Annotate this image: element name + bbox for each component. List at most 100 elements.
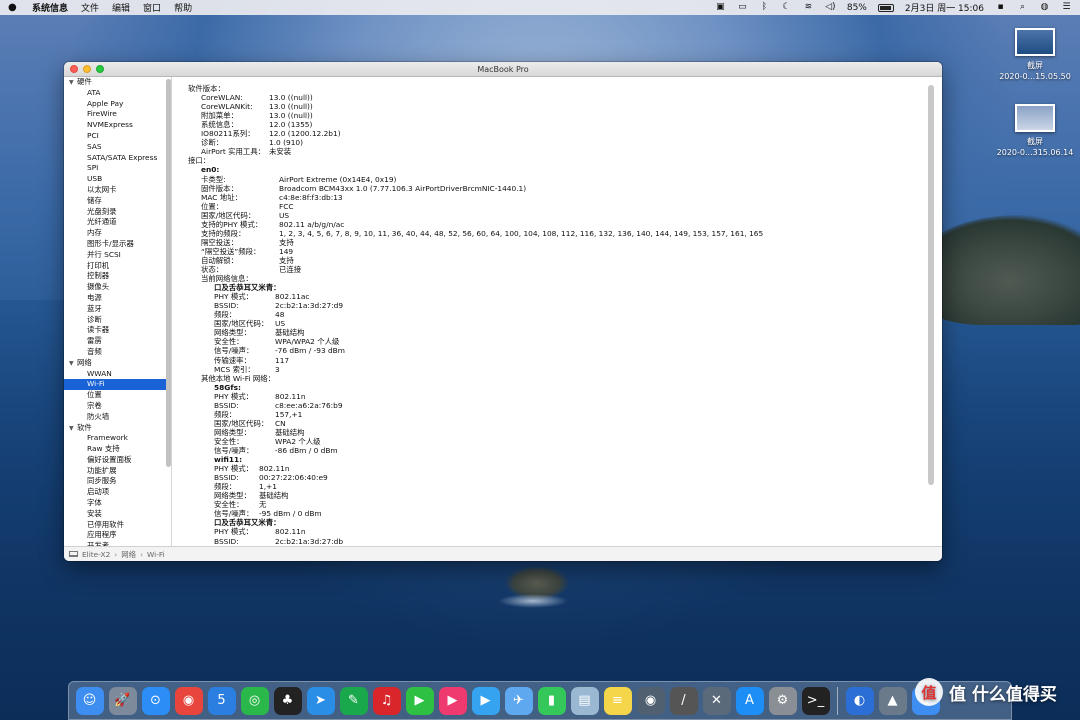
sidebar-item[interactable]: 控制器 [64,271,171,282]
sidebar-item[interactable]: WWAN [64,369,171,380]
sidebar-item[interactable]: 以太网卡 [64,185,171,196]
sidebar-item[interactable]: Framework [64,433,171,444]
sidebar-item[interactable]: 储存 [64,196,171,207]
sidebar-item[interactable]: USB [64,174,171,185]
breadcrumb-computer[interactable]: Elite-X2 [82,550,110,559]
dock-system-preferences-icon[interactable]: ⚙ [768,686,797,715]
sidebar-item[interactable]: 内存 [64,228,171,239]
sidebar-item[interactable]: 同步服务 [64,476,171,487]
dock-safari-icon[interactable]: ⊙ [141,686,170,715]
sidebar-item[interactable]: SATA/SATA Express [64,153,171,164]
spotlight-search-icon[interactable]: ⌕ [1017,3,1028,12]
dock-recent-app-1-icon[interactable]: ◐ [845,686,874,715]
sidebar-item[interactable]: 图形卡/显示器 [64,239,171,250]
sidebar-item[interactable]: PCI [64,131,171,142]
battery-percent[interactable]: 85% [847,3,867,13]
dock-launchpad-icon[interactable]: 🚀 [108,686,137,715]
sidebar-item[interactable]: 字体 [64,498,171,509]
dock-utilities-icon[interactable]: ✕ [702,686,731,715]
system-info-icon[interactable]: ▣ [715,3,726,12]
disclosure-triangle-icon[interactable]: ▼ [69,359,77,370]
sidebar-item[interactable]: 音频 [64,347,171,358]
close-button[interactable] [70,65,78,73]
sidebar-item[interactable]: SAS [64,142,171,153]
sidebar-item[interactable]: FireWire [64,109,171,120]
disclosure-triangle-icon[interactable]: ▼ [69,78,77,89]
apple-menu-icon[interactable]: ● [8,2,20,13]
disclosure-triangle-icon[interactable]: ▼ [69,424,77,435]
sidebar-item[interactable]: 启动项 [64,487,171,498]
breadcrumb-network[interactable]: 网络 [121,549,136,560]
dock-evernote-icon[interactable]: ✎ [339,686,368,715]
sidebar-item[interactable]: Wi-Fi [64,379,171,391]
dock-app-store-icon[interactable]: A [735,686,764,715]
sidebar-category[interactable]: ▼ 网络 [64,358,171,369]
dock-recent-app-2-icon[interactable]: ▲ [878,686,907,715]
dock-iqiyi-icon[interactable]: ▶ [405,686,434,715]
dock-qq-icon[interactable]: ♣ [273,686,302,715]
dock-terminal-icon[interactable]: >_ [801,686,830,715]
dock-netease-music-icon[interactable]: ♫ [372,686,401,715]
sidebar-item[interactable]: SPI [64,163,171,174]
do-not-disturb-icon[interactable]: ☾ [781,3,792,12]
sidebar-item[interactable]: 位置 [64,390,171,401]
sidebar-item[interactable]: 电源 [64,293,171,304]
sidebar-item[interactable]: 宗卷 [64,401,171,412]
dock-chrome-icon[interactable]: ◉ [174,686,203,715]
sidebar-item[interactable]: 安装 [64,509,171,520]
sidebar-item[interactable]: 摄像头 [64,282,171,293]
desktop-screenshot-2[interactable]: 截屏 2020-0...315.06.14 [990,104,1080,158]
sidebar-item[interactable]: 光纤通道 [64,217,171,228]
volume-icon[interactable]: ◁) [825,3,836,12]
sidebar-item[interactable]: 功能扩展 [64,466,171,477]
sidebar-item[interactable]: 诊断 [64,315,171,326]
wifi-icon[interactable]: ≋ [803,3,814,12]
sidebar-item[interactable]: 并行 SCSI [64,250,171,261]
detail-scrollbar[interactable] [928,85,934,485]
sidebar-item[interactable]: 应用程序 [64,530,171,541]
clock[interactable]: 2月3日 周一 15:06 [905,1,984,14]
dock-preview-icon[interactable]: ▤ [570,686,599,715]
sidebar-item[interactable]: Apple Pay [64,99,171,110]
sidebar-item[interactable]: 光盘刻录 [64,207,171,218]
sidebar-category[interactable]: ▼ 软件 [64,423,171,434]
sidebar-item[interactable]: Raw 支持 [64,444,171,455]
menu-help[interactable]: 帮助 [174,1,192,14]
dock-app-dingtalk-icon[interactable]: ➤ [306,686,335,715]
sidebar-item[interactable]: 打印机 [64,261,171,272]
sidebar-item[interactable]: 蓝牙 [64,304,171,315]
dock-quicktime-icon[interactable]: ◉ [636,686,665,715]
sidebar-item[interactable]: 偏好设置面板 [64,455,171,466]
menu-app-name[interactable]: 系统信息 [32,1,68,14]
sidebar-category[interactable]: ▼ 硬件 [64,77,171,88]
sidebar-item[interactable]: NVMExpress [64,120,171,131]
dock-instruments-icon[interactable]: / [669,686,698,715]
battery-icon[interactable] [877,3,894,12]
bluetooth-icon[interactable]: ᛒ [759,3,770,12]
menu-window[interactable]: 窗口 [143,1,161,14]
siri-icon[interactable]: ◍ [1039,3,1050,12]
sidebar-scrollbar[interactable] [166,79,171,467]
dock-finder-icon[interactable]: ☺ [75,686,104,715]
sidebar-item[interactable]: 防火墙 [64,412,171,423]
minimize-button[interactable] [83,65,91,73]
user-icon[interactable]: ▪ [995,3,1006,12]
dock-app-5-icon[interactable]: 5 [207,686,236,715]
menu-edit[interactable]: 编辑 [112,1,130,14]
dock-notes-icon[interactable]: ≡ [603,686,632,715]
dock-youku-icon[interactable]: ▶ [438,686,467,715]
breadcrumb-wifi[interactable]: Wi-Fi [147,550,165,559]
dock-wechat-icon[interactable]: ◎ [240,686,269,715]
sidebar-item[interactable]: 雷雳 [64,336,171,347]
sidebar-item[interactable]: 已停用软件 [64,520,171,531]
dock-facetime-icon[interactable]: ▮ [537,686,566,715]
desktop-screenshot-1[interactable]: 截屏 2020-0...15.05.50 [990,28,1080,82]
sidebar-item[interactable]: 读卡器 [64,325,171,336]
dock-infuse-icon[interactable]: ▶ [471,686,500,715]
zoom-button[interactable] [96,65,104,73]
sidebar-item[interactable]: ATA [64,88,171,99]
window-titlebar[interactable]: MacBook Pro [64,62,942,77]
notification-center-icon[interactable]: ☰ [1061,3,1072,12]
dock-airmail-icon[interactable]: ✈ [504,686,533,715]
menu-file[interactable]: 文件 [81,1,99,14]
